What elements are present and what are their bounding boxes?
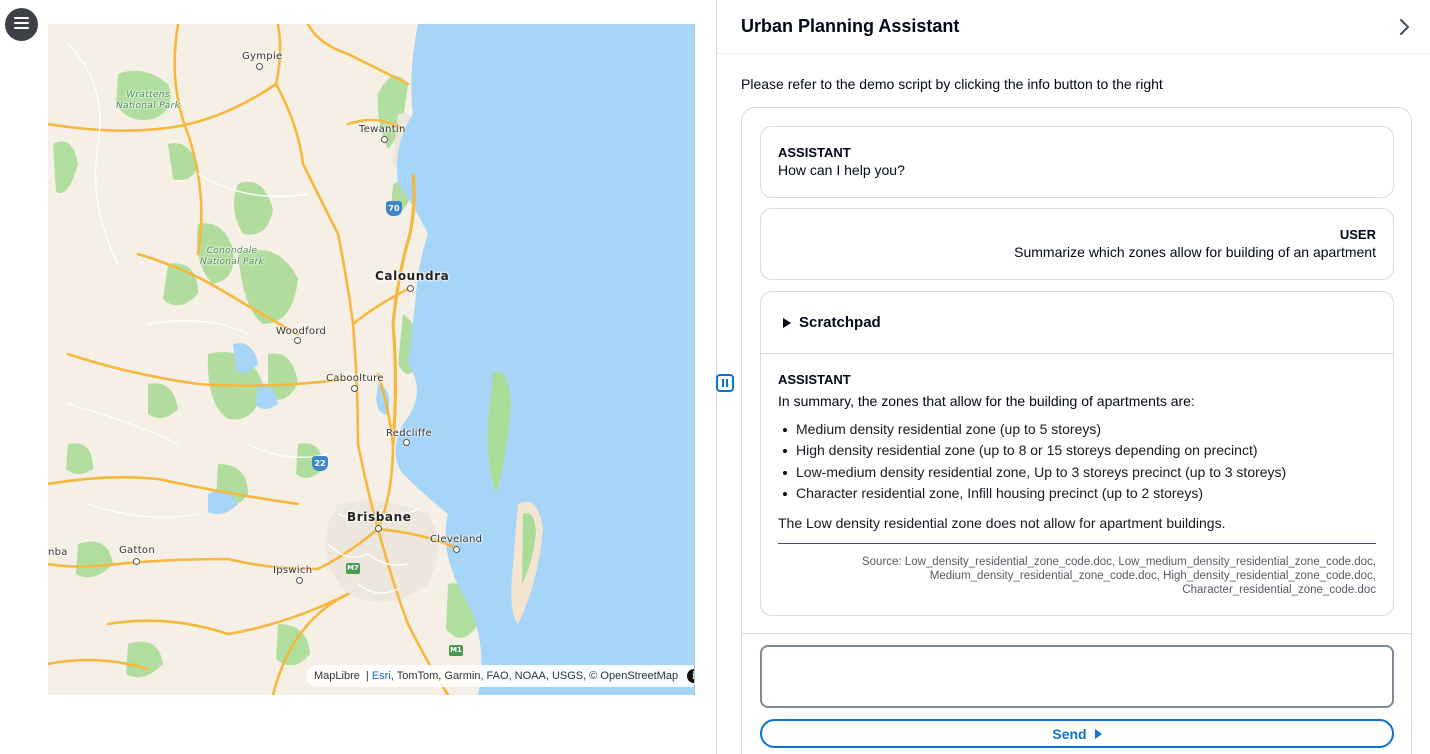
source-line: Character_residential_zone_code.doc: [1182, 584, 1376, 597]
map-label-tewantin: Tewantin: [359, 124, 406, 135]
source-divider: [778, 543, 1376, 545]
scratchpad-toggle[interactable]: Scratchpad: [761, 292, 1393, 354]
chevron-right-icon[interactable]: [1394, 17, 1414, 37]
send-button[interactable]: Send: [760, 719, 1394, 748]
map-label-woodford: Woodford: [276, 326, 327, 337]
attribution-maplibre-link[interactable]: MapLibre: [314, 670, 360, 682]
panel-title: Urban Planning Assistant: [741, 16, 960, 36]
prompt-input[interactable]: [760, 645, 1394, 708]
map-label-brisbane: Brisbane: [347, 510, 412, 524]
map-city-dot: [407, 285, 414, 292]
map-label-ipswich: Ipswich: [273, 565, 313, 576]
map-city-dot: [256, 63, 263, 70]
scratchpad-label: Scratchpad: [799, 314, 881, 331]
message-role: ASSISTANT: [778, 145, 851, 160]
attribution-esri-link[interactable]: Esri: [372, 670, 391, 682]
map-city-dot: [381, 136, 388, 143]
send-label: Send: [1052, 725, 1087, 742]
map-attribution: MapLibre | Esri , TomTom, Garmin, FAO, N…: [306, 665, 694, 687]
menu-button[interactable]: [5, 8, 38, 41]
route-shield-22: 22: [312, 456, 328, 471]
route-shield-m7: M7: [346, 563, 360, 574]
route-shield-m1: M1: [449, 645, 463, 656]
attribution-text: , TomTom, Garmin, FAO, NOAA, USGS, © Ope…: [390, 670, 679, 682]
map-view[interactable]: Gympie Wrattens National Park Tewantin 7…: [48, 24, 695, 695]
map-label-conondale: Conondale National Park: [200, 246, 265, 267]
map-city-dot: [296, 577, 303, 584]
answer-intro: In summary, the zones that allow for the…: [778, 393, 1195, 409]
answer-sources: Source: Low_density_residential_zone_cod…: [778, 555, 1376, 597]
chat-container: ASSISTANT How can I help you? USER Summa…: [741, 107, 1412, 754]
map-city-dot: [294, 337, 301, 344]
attribution-separator: |: [362, 670, 372, 682]
source-line: Medium_density_residential_zone_code.doc…: [929, 570, 1376, 583]
list-item: Medium density residential zone (up to 5…: [778, 419, 1376, 440]
map-city-dot: [375, 525, 382, 532]
source-line: Source: Low_density_residential_zone_cod…: [861, 556, 1376, 569]
panel-header: Urban Planning Assistant: [717, 0, 1430, 54]
map-label-caloundra: Caloundra: [375, 269, 450, 283]
list-item: Character residential zone, Infill housi…: [778, 483, 1376, 504]
list-item: Low-medium density residential zone, Up …: [778, 462, 1376, 483]
message-text: Summarize which zones allow for building…: [1014, 244, 1376, 260]
play-icon: [1094, 728, 1102, 739]
map-label-cleveland: Cleveland: [430, 534, 483, 545]
message-text: How can I help you?: [778, 162, 905, 178]
map-label-gympie: Gympie: [242, 51, 283, 62]
chat-message-assistant-answer: Scratchpad ASSISTANT In summary, the zon…: [760, 291, 1394, 616]
hamburger-menu-icon: [14, 16, 29, 34]
answer-list: Medium density residential zone (up to 5…: [778, 419, 1376, 504]
list-item: High density residential zone (up to 8 o…: [778, 440, 1376, 461]
message-role: USER: [1339, 227, 1376, 242]
assistant-panel: Urban Planning Assistant Please refer to…: [717, 0, 1430, 754]
answer-body: ASSISTANT In summary, the zones that all…: [761, 354, 1393, 597]
map-city-dot: [403, 439, 410, 446]
caret-right-icon: [783, 317, 791, 328]
route-shield-70: 70: [386, 201, 402, 216]
info-icon[interactable]: i: [687, 669, 694, 683]
map-label-redcliffe: Redcliffe: [386, 428, 432, 439]
map-city-dot: [351, 385, 358, 392]
chat-message-user: USER Summarize which zones allow for bui…: [760, 208, 1394, 280]
answer-conclusion: The Low density residential zone does no…: [778, 515, 1226, 532]
map-label-caboolture: Caboolture: [326, 373, 384, 384]
chat-message-assistant: ASSISTANT How can I help you?: [760, 126, 1394, 198]
map-label-wrattens: Wrattens National Park: [116, 90, 181, 111]
panel-intro-text: Please refer to the demo script by click…: [741, 76, 1163, 92]
map-label-gatton: Gatton: [119, 545, 155, 556]
map-city-dot: [453, 546, 460, 553]
input-divider: [742, 633, 1411, 634]
map-label-toowoomba-partial: nba: [48, 547, 68, 558]
map-city-dot: [133, 558, 140, 565]
message-role: ASSISTANT: [778, 372, 851, 387]
